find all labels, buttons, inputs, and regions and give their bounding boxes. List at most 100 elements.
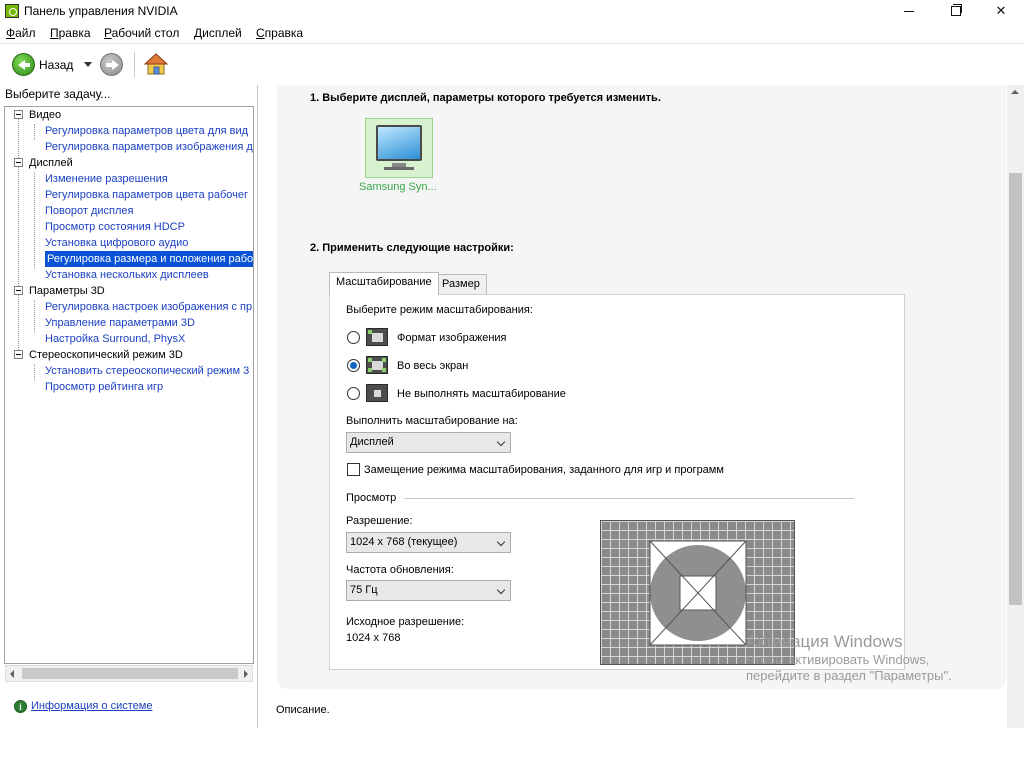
tree-category-stereo-3d[interactable]: Стереоскопический режим 3D (5, 347, 253, 363)
tree-item-label[interactable]: Просмотр рейтинга игр (45, 379, 163, 395)
scroll-up-icon[interactable] (1011, 90, 1019, 94)
chevron-down-icon (496, 437, 506, 447)
tree-item-label[interactable]: Просмотр состояния HDCP (45, 219, 185, 235)
tree-item-label[interactable]: Управление параметрами 3D (45, 315, 195, 331)
tree-item-label[interactable]: Установить стереоскопический режим 3 (45, 363, 249, 379)
tree-item[interactable]: Регулировка параметров цвета для вид (5, 123, 253, 139)
resolution-label: Разрешение: (346, 515, 413, 527)
perform-scaling-on-select[interactable]: Дисплей (346, 432, 511, 453)
activation-title: Активация Windows (746, 632, 903, 651)
forward-arrow-icon[interactable] (100, 53, 123, 76)
override-scaling-checkbox[interactable] (347, 463, 360, 476)
monitor-icon (376, 125, 422, 161)
scaling-mode-label-aspect[interactable]: Формат изображения (397, 332, 507, 344)
toolbar: Назад (0, 43, 1024, 85)
tree-item-label[interactable]: Регулировка параметров изображения д (45, 139, 253, 155)
settings-vertical-scrollbar[interactable] (1007, 85, 1024, 728)
chevron-down-icon (496, 585, 506, 595)
tree-item-label-selected[interactable]: Регулировка размера и положения рабо (45, 251, 253, 267)
display-name-label[interactable]: Samsung Syn... (359, 181, 437, 193)
toolbar-separator (134, 52, 135, 78)
tree-item[interactable]: Регулировка параметров изображения д (5, 139, 253, 155)
collapse-toggle-icon[interactable] (14, 110, 23, 119)
task-pane: Выберите задачу... Видео Регулировка пар… (0, 85, 258, 728)
home-icon[interactable] (144, 53, 168, 75)
section-apply-settings-title: 2. Применить следующие настройки: (310, 242, 514, 254)
tree-category-label: Видео (29, 109, 62, 121)
back-button-label[interactable]: Назад (39, 58, 73, 72)
tree-item-label[interactable]: Установка цифрового аудио (45, 235, 188, 251)
close-button[interactable]: ✕ (978, 0, 1024, 23)
menu-desktop[interactable]: Рабочий стол (104, 26, 179, 40)
scrollbar-thumb[interactable] (22, 668, 238, 679)
preview-group-label: Просмотр (346, 492, 397, 504)
tree-item-label[interactable]: Регулировка параметров цвета рабочег (45, 187, 248, 203)
back-arrow-icon[interactable] (12, 53, 35, 76)
tree-category-display[interactable]: Дисплей (5, 155, 253, 171)
tree-item-label[interactable]: Регулировка настроек изображения с пр (45, 299, 252, 315)
tab-scaling[interactable]: Масштабирование (329, 272, 439, 295)
refresh-rate-select[interactable]: 75 Гц (346, 580, 511, 601)
settings-content: 1. Выберите дисплей, параметры которого … (277, 85, 1006, 689)
scaling-mode-label: Выберите режим масштабирования: (346, 304, 533, 316)
collapse-toggle-icon[interactable] (14, 350, 23, 359)
tree-item[interactable]: Установить стереоскопический режим 3 (5, 363, 253, 379)
override-scaling-label[interactable]: Замещение режима масштабирования, заданн… (364, 464, 724, 476)
section-select-display-title: 1. Выберите дисплей, параметры которого … (310, 92, 661, 104)
display-tile[interactable] (365, 118, 433, 178)
tree-item[interactable]: Изменение разрешения (5, 171, 253, 187)
tree-item[interactable]: Поворот дисплея (5, 203, 253, 219)
maximize-button[interactable] (932, 0, 978, 23)
menu-edit[interactable]: Правка (50, 26, 91, 40)
tree-item-label[interactable]: Регулировка параметров цвета для вид (45, 123, 248, 139)
tree-category-label: Параметры 3D (29, 285, 105, 297)
tab-size[interactable]: Размер (435, 274, 487, 295)
tree-item[interactable]: Установка цифрового аудио (5, 235, 253, 251)
tree-item[interactable]: Установка нескольких дисплеев (5, 267, 253, 283)
window-title: Панель управления NVIDIA (24, 4, 178, 18)
scaling-mode-label-none[interactable]: Не выполнять масштабирование (397, 388, 566, 400)
tree-item[interactable]: Регулировка настроек изображения с пр (5, 299, 253, 315)
scrollbar-thumb[interactable] (1009, 173, 1022, 605)
minimize-button[interactable] (886, 0, 932, 23)
full-screen-mode-icon (366, 356, 388, 374)
native-resolution-value: 1024 x 768 (346, 632, 401, 644)
scaling-mode-label-full[interactable]: Во весь экран (397, 360, 468, 372)
tree-item[interactable]: Регулировка параметров цвета рабочег (5, 187, 253, 203)
tree-item-selected[interactable]: Регулировка размера и положения рабо (5, 251, 253, 267)
windows-activation-watermark: Активация Windows Чтобы активировать Win… (746, 632, 952, 684)
radio-no-scaling[interactable] (347, 387, 360, 400)
tree-item-label[interactable]: Установка нескольких дисплеев (45, 267, 209, 283)
tree-horizontal-scrollbar[interactable] (5, 665, 253, 682)
tree-item[interactable]: Просмотр состояния HDCP (5, 219, 253, 235)
select-value: Дисплей (350, 436, 394, 448)
back-history-dropdown-icon[interactable] (84, 62, 92, 67)
refresh-rate-label: Частота обновления: (346, 564, 454, 576)
no-scaling-mode-icon (366, 384, 388, 402)
tree-item[interactable]: Просмотр рейтинга игр (5, 379, 253, 395)
tree-category-video[interactable]: Видео (5, 107, 253, 123)
radio-aspect-ratio[interactable] (347, 331, 360, 344)
tree-item-label[interactable]: Поворот дисплея (45, 203, 133, 219)
activation-line-1: Чтобы активировать Windows, (746, 652, 930, 667)
task-pane-header: Выберите задачу... (5, 87, 111, 101)
tree-item-label[interactable]: Изменение разрешения (45, 171, 168, 187)
collapse-toggle-icon[interactable] (14, 158, 23, 167)
tree-item-label[interactable]: Настройка Surround, PhysX (45, 331, 185, 347)
collapse-toggle-icon[interactable] (14, 286, 23, 295)
menu-help[interactable]: Справка (256, 26, 303, 40)
tree-item[interactable]: Настройка Surround, PhysX (5, 331, 253, 347)
tree-item[interactable]: Управление параметрами 3D (5, 315, 253, 331)
scaling-tab-panel: Выберите режим масштабирования: Формат и… (329, 294, 905, 670)
system-info-link[interactable]: Информация о системе (31, 700, 152, 712)
scroll-right-icon[interactable] (244, 670, 248, 678)
menu-display[interactable]: Дисплей (194, 26, 242, 40)
nvidia-app-icon (5, 4, 19, 18)
scroll-left-icon[interactable] (10, 670, 14, 678)
radio-full-screen[interactable] (347, 359, 360, 372)
tree-category-3d-settings[interactable]: Параметры 3D (5, 283, 253, 299)
tree-category-label: Дисплей (29, 157, 73, 169)
group-divider (404, 498, 854, 499)
resolution-select[interactable]: 1024 x 768 (текущее) (346, 532, 511, 553)
menu-file[interactable]: Файл (6, 26, 36, 40)
